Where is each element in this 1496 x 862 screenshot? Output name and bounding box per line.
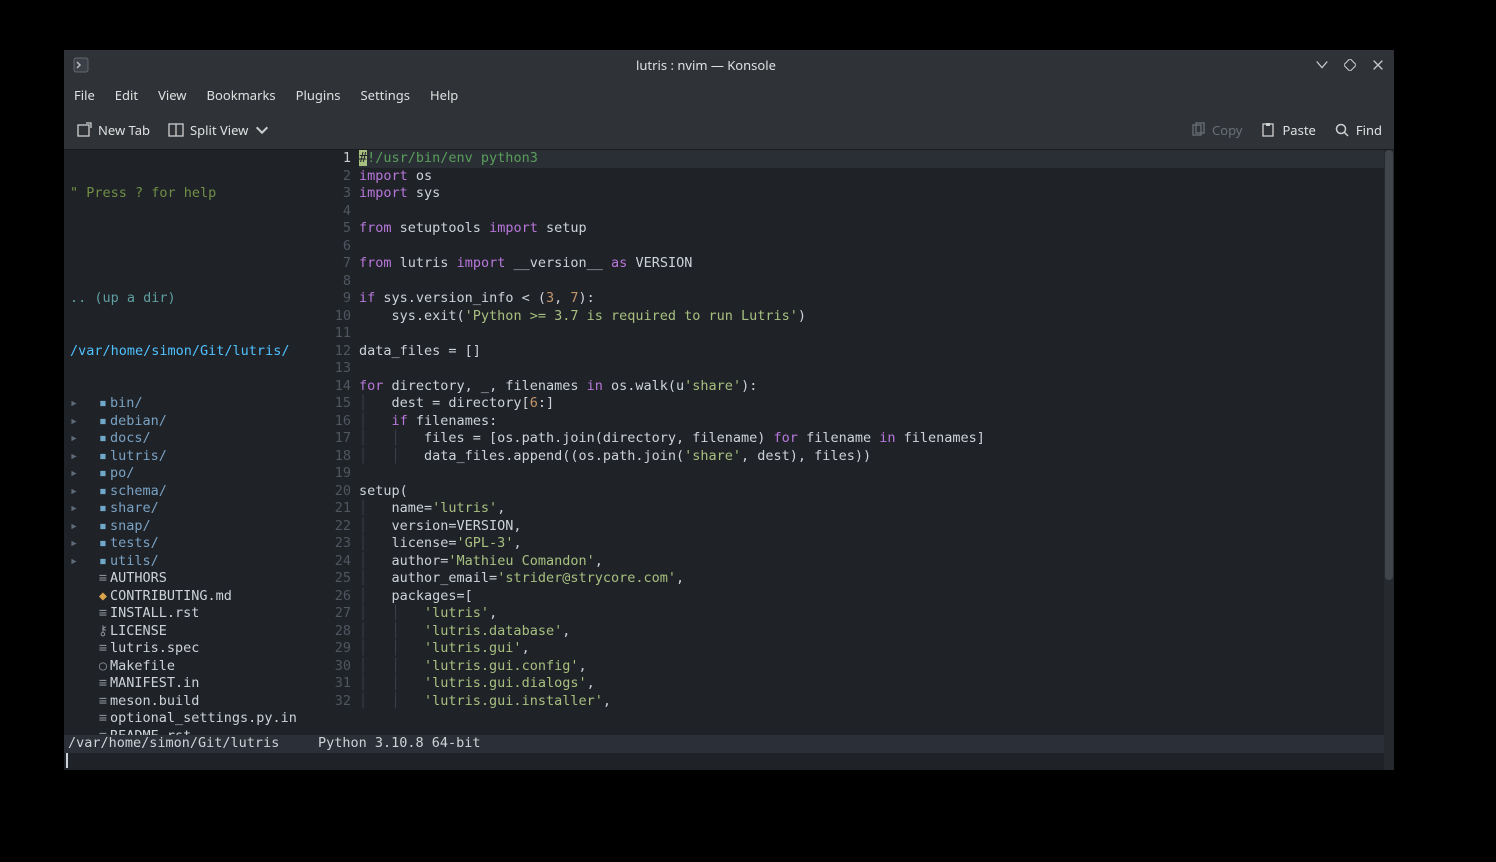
tree-item[interactable]: ▸▪ tests/ <box>64 535 309 553</box>
copy-label: Copy <box>1212 121 1242 139</box>
tree-item[interactable]: ▸▪ share/ <box>64 500 309 518</box>
code-area[interactable]: #!/usr/bin/env python3import osimport sy… <box>359 150 1394 770</box>
code-line[interactable]: │ packages=[ <box>359 588 1394 606</box>
menu-edit[interactable]: Edit <box>115 86 138 104</box>
tree-item[interactable]: ≡ INSTALL.rst <box>64 605 309 623</box>
maximize-button[interactable] <box>1342 57 1358 73</box>
minimize-button[interactable] <box>1314 57 1330 73</box>
code-line[interactable] <box>359 325 1394 343</box>
code-line[interactable] <box>359 273 1394 291</box>
code-line[interactable]: │ license='GPL-3', <box>359 535 1394 553</box>
tree-cwd: /var/home/simon/Git/lutris/ <box>64 343 309 361</box>
code-line[interactable]: │ │ files = [os.path.join(directory, fil… <box>359 430 1394 448</box>
code-line[interactable]: #!/usr/bin/env python3 <box>359 150 1394 168</box>
command-line[interactable] <box>64 753 1384 771</box>
tree-item[interactable]: ◆ CONTRIBUTING.md <box>64 588 309 606</box>
code-line[interactable] <box>359 465 1394 483</box>
code-line[interactable]: │ │ 'lutris', <box>359 605 1394 623</box>
find-button[interactable]: Find <box>1332 117 1384 143</box>
code-line[interactable]: │ name='lutris', <box>359 500 1394 518</box>
menu-file[interactable]: File <box>74 86 95 104</box>
paste-button[interactable]: Paste <box>1258 117 1317 143</box>
tree-item[interactable]: ▸▪ bin/ <box>64 395 309 413</box>
find-label: Find <box>1356 121 1382 139</box>
menu-view[interactable]: View <box>158 86 186 104</box>
close-button[interactable] <box>1370 57 1386 73</box>
code-line[interactable]: │ │ 'lutris.gui', <box>359 640 1394 658</box>
code-line[interactable]: │ author='Mathieu Comandon', <box>359 553 1394 571</box>
code-line[interactable]: │ if filenames: <box>359 413 1394 431</box>
tree-item[interactable]: ○ Makefile <box>64 658 309 676</box>
code-line[interactable]: import os <box>359 168 1394 186</box>
konsole-window: lutris : nvim — Konsole File Edit View B… <box>64 50 1394 770</box>
editor-pane[interactable]: 1234567891011121314151617181920212223242… <box>309 150 1394 770</box>
code-line[interactable]: │ author_email='strider@strycore.com', <box>359 570 1394 588</box>
tree-item[interactable]: ≡ MANIFEST.in <box>64 675 309 693</box>
tree-item[interactable]: ▸▪ po/ <box>64 465 309 483</box>
cursor-icon <box>66 753 68 768</box>
code-line[interactable]: if sys.version_info < (3, 7): <box>359 290 1394 308</box>
line-number-gutter: 1234567891011121314151617181920212223242… <box>309 150 359 770</box>
code-line[interactable]: │ │ 'lutris.database', <box>359 623 1394 641</box>
menu-bookmarks[interactable]: Bookmarks <box>207 86 276 104</box>
code-line[interactable]: │ │ 'lutris.gui.dialogs', <box>359 675 1394 693</box>
file-tree[interactable]: " Press ? for help .. (up a dir) /var/ho… <box>64 150 309 770</box>
terminal-content[interactable]: " Press ? for help .. (up a dir) /var/ho… <box>64 150 1394 770</box>
tree-item[interactable]: ▸▪ schema/ <box>64 483 309 501</box>
code-line[interactable]: │ dest = directory[6:] <box>359 395 1394 413</box>
code-line[interactable]: from lutris import __version__ as VERSIO… <box>359 255 1394 273</box>
tree-item[interactable]: ⚷ LICENSE <box>64 623 309 641</box>
tree-item[interactable]: ≡ meson.build <box>64 693 309 711</box>
scrollbar[interactable] <box>1384 150 1394 770</box>
app-icon <box>72 56 90 74</box>
code-line[interactable]: for directory, _, filenames in os.walk(u… <box>359 378 1394 396</box>
status-python: Python 3.10.8 64-bit <box>318 735 481 753</box>
tree-item[interactable]: ▸▪ utils/ <box>64 553 309 571</box>
menu-plugins[interactable]: Plugins <box>296 86 341 104</box>
code-line[interactable]: from setuptools import setup <box>359 220 1394 238</box>
code-line[interactable]: │ │ data_files.append((os.path.join('sha… <box>359 448 1394 466</box>
tree-item[interactable]: ▸▪ debian/ <box>64 413 309 431</box>
code-line[interactable]: │ version=VERSION, <box>359 518 1394 536</box>
code-line[interactable]: │ │ 'lutris.gui.config', <box>359 658 1394 676</box>
code-line[interactable] <box>359 360 1394 378</box>
code-line[interactable]: sys.exit('Python >= 3.7 is required to r… <box>359 308 1394 326</box>
tree-item[interactable]: ≡ AUTHORS <box>64 570 309 588</box>
code-line[interactable]: setup( <box>359 483 1394 501</box>
new-tab-button[interactable]: New Tab <box>74 117 152 143</box>
tree-item[interactable]: ≡ lutris.spec <box>64 640 309 658</box>
code-line[interactable]: data_files = [] <box>359 343 1394 361</box>
tree-item[interactable]: ≡ optional_settings.py.in <box>64 710 309 728</box>
menu-settings[interactable]: Settings <box>361 86 410 104</box>
split-view-button[interactable]: Split View <box>166 117 272 143</box>
menu-help[interactable]: Help <box>430 86 458 104</box>
code-line[interactable] <box>359 238 1394 256</box>
window-title: lutris : nvim — Konsole <box>98 56 1314 74</box>
titlebar: lutris : nvim — Konsole <box>64 50 1394 80</box>
tree-item[interactable]: ▸▪ lutris/ <box>64 448 309 466</box>
code-line[interactable] <box>359 203 1394 221</box>
code-line[interactable]: │ │ 'lutris.gui.installer', <box>359 693 1394 711</box>
new-tab-label: New Tab <box>98 121 150 139</box>
toolbar: New Tab Split View Copy Paste Find <box>64 110 1394 150</box>
copy-button[interactable]: Copy <box>1188 117 1244 143</box>
scrollbar-thumb[interactable] <box>1385 150 1393 580</box>
tree-up-dir[interactable]: .. (up a dir) <box>64 290 309 308</box>
code-line[interactable]: import sys <box>359 185 1394 203</box>
split-view-label: Split View <box>190 121 248 139</box>
paste-label: Paste <box>1282 121 1315 139</box>
tree-item[interactable]: ▸▪ snap/ <box>64 518 309 536</box>
chevron-down-icon <box>254 122 270 138</box>
statusline: /var/home/simon/Git/lutris Python 3.10.8… <box>64 735 1384 753</box>
tree-help-line: " Press ? for help <box>64 185 309 203</box>
status-path: /var/home/simon/Git/lutris <box>68 735 318 753</box>
menubar: File Edit View Bookmarks Plugins Setting… <box>64 80 1394 110</box>
tree-item[interactable]: ▸▪ docs/ <box>64 430 309 448</box>
